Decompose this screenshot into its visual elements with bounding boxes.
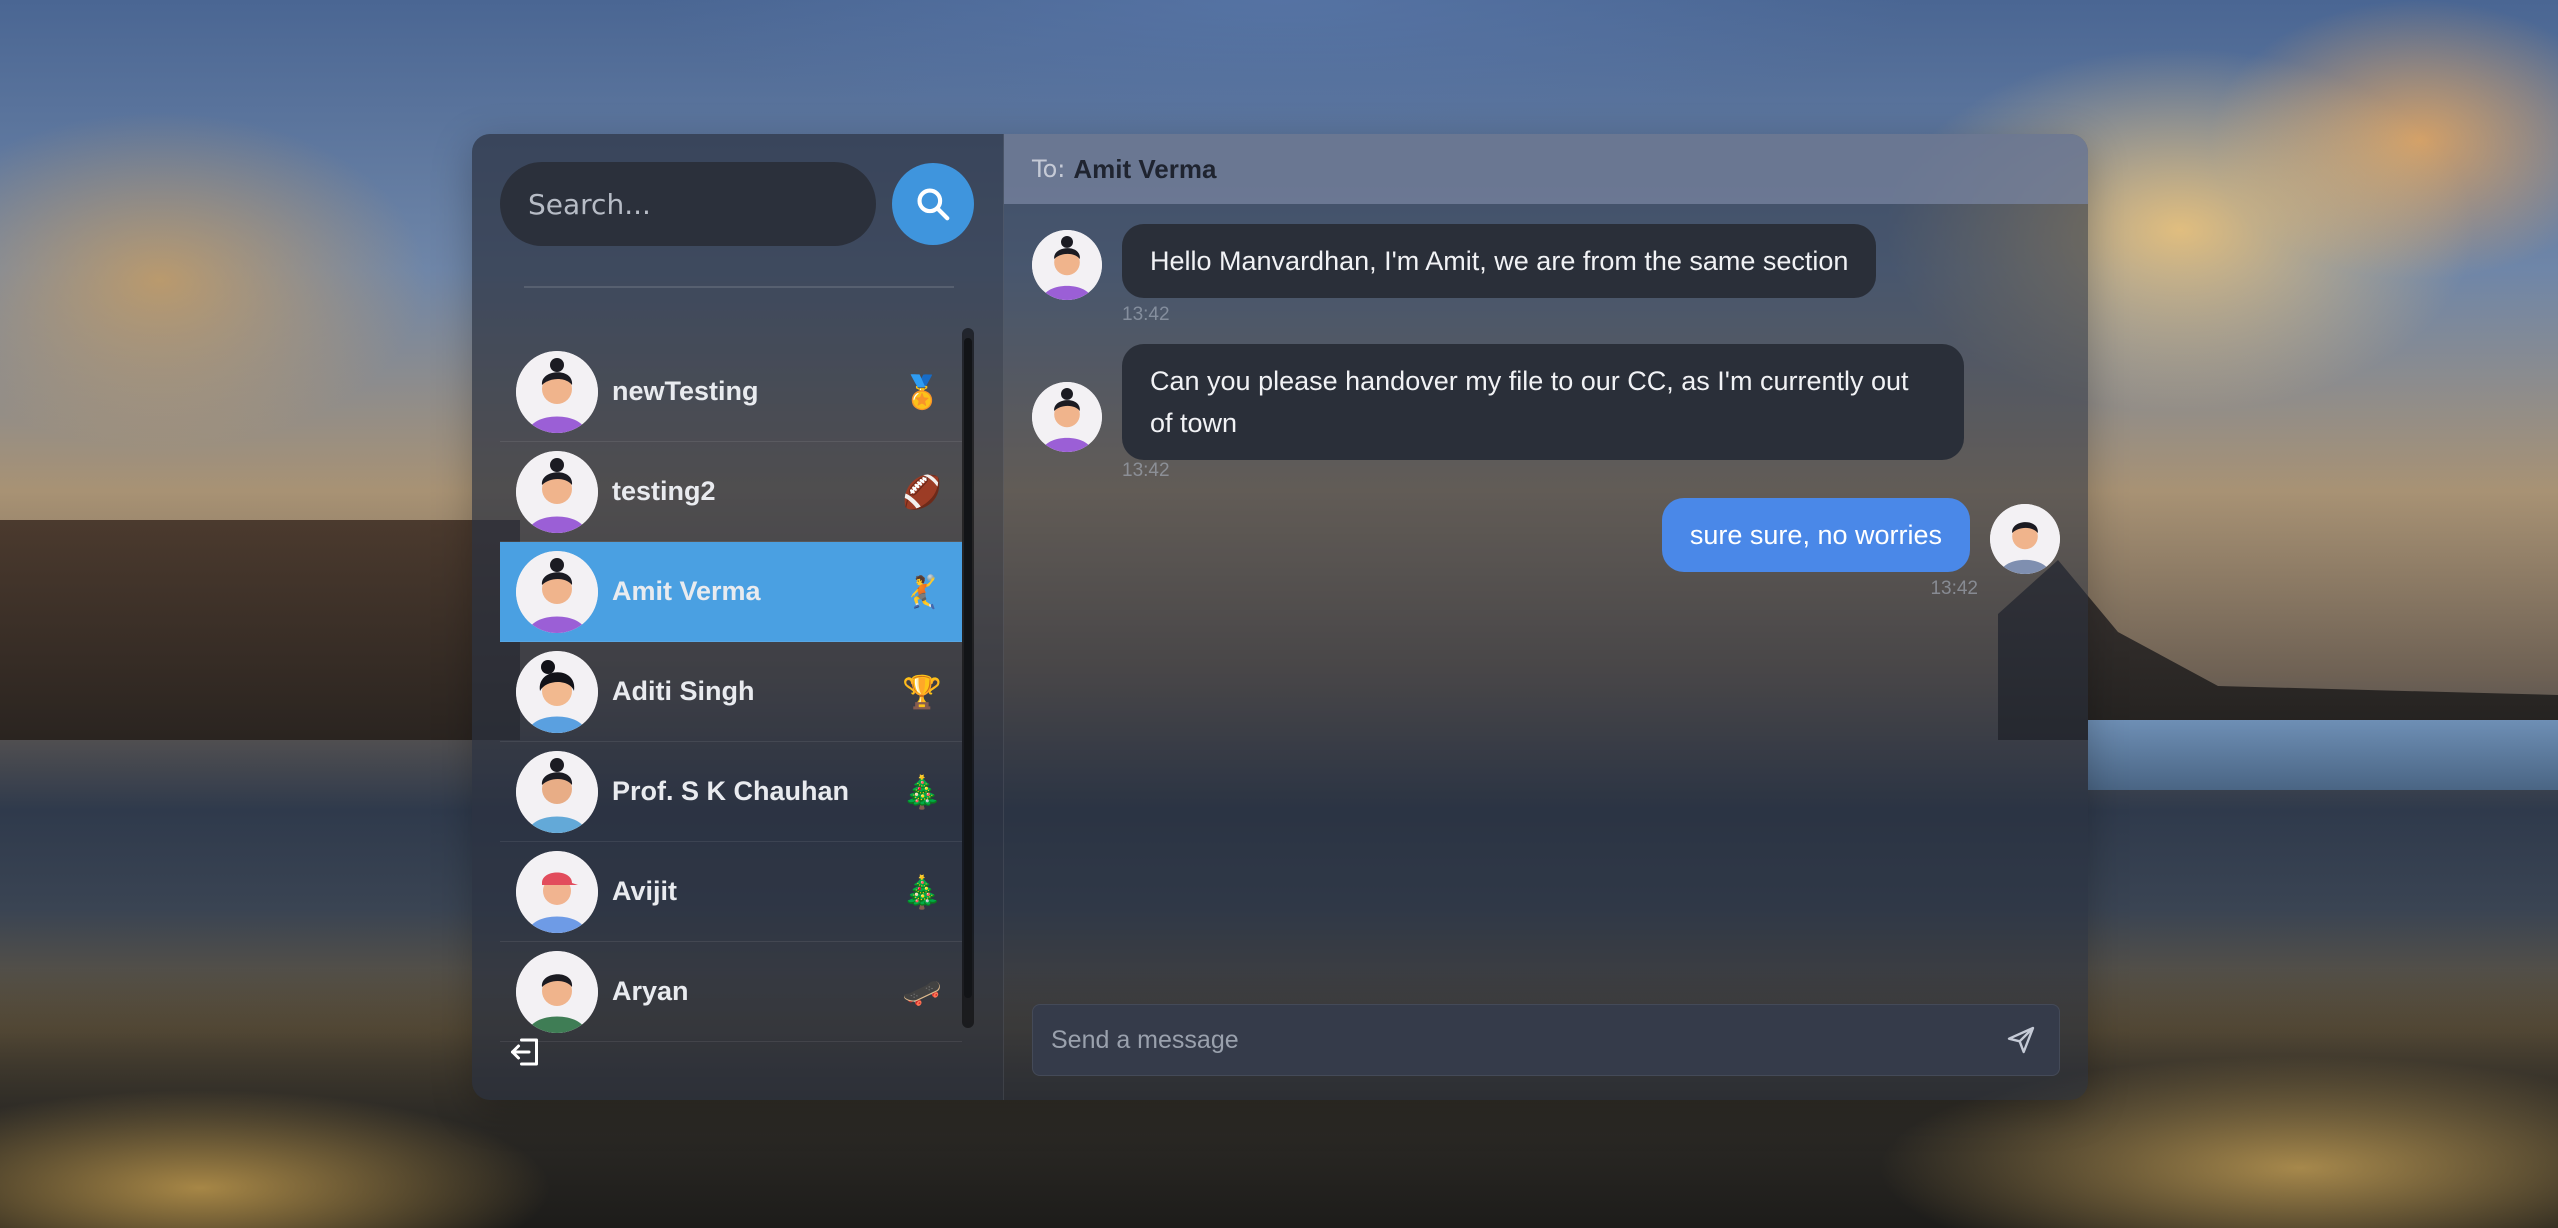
contact-item-avijit[interactable]: Avijit 🎄 (500, 842, 962, 942)
search-icon (917, 188, 950, 221)
search-button[interactable] (892, 163, 974, 245)
to-label: To: (1032, 155, 1066, 183)
contact-emoji: 🏈 (902, 472, 942, 511)
contact-name: Amit Verma (612, 576, 761, 606)
contact-name: Prof. S K Chauhan (612, 776, 850, 806)
avatar (516, 950, 598, 1033)
message-bubble: Hello Manvardhan, I'm Amit, we are from … (1122, 224, 1877, 298)
message-input[interactable] (1051, 1005, 2001, 1075)
recipient-name: Amit Verma (1073, 153, 1217, 184)
logout-icon (511, 1038, 538, 1066)
message-bubble: sure sure, no worries (1661, 498, 1970, 572)
search-input[interactable] (500, 162, 876, 246)
contact-name: Avijit (612, 876, 678, 906)
sidebar: newTesting 🏅 testing2 🏈 Amit Verma 🤾 (472, 134, 1004, 1100)
message-time: 13:42 (1122, 460, 1170, 481)
avatar (516, 650, 598, 733)
background-mountains-left (0, 520, 520, 740)
contact-emoji: 🏆 (902, 672, 942, 711)
chat-header: To: Amit Verma (1004, 134, 2088, 204)
avatar (1990, 504, 2060, 574)
contact-name: Aryan (612, 976, 689, 1006)
avatar (1032, 382, 1102, 452)
avatar (1032, 230, 1102, 300)
contact-name: testing2 (612, 476, 716, 506)
chat-app-window: newTesting 🏅 testing2 🏈 Amit Verma 🤾 (472, 134, 2088, 1100)
contact-name: Aditi Singh (612, 676, 755, 706)
send-icon (2007, 1026, 2035, 1054)
avatar (516, 550, 598, 633)
contact-emoji: 🎄 (902, 772, 942, 811)
contact-emoji: 🛹 (902, 972, 942, 1011)
avatar (516, 850, 598, 933)
scrollbar-thumb[interactable] (964, 338, 972, 998)
contact-item-aditi-singh[interactable]: Aditi Singh 🏆 (500, 642, 962, 742)
message-row: sure sure, no worries (1661, 498, 2060, 574)
contact-item-amit-verma[interactable]: Amit Verma 🤾 (500, 542, 962, 642)
contact-item-testing2[interactable]: testing2 🏈 (500, 442, 962, 542)
contact-list: newTesting 🏅 testing2 🏈 Amit Verma 🤾 Adi… (500, 342, 962, 1042)
message-bubble: Can you please handover my file to our C… (1122, 344, 1964, 460)
avatar (516, 350, 598, 433)
contact-item-newtesting[interactable]: newTesting 🏅 (500, 342, 962, 442)
message-row: Can you please handover my file to our C… (1032, 344, 1964, 460)
contact-emoji: 🤾 (902, 572, 942, 611)
send-button[interactable] (2001, 1020, 2041, 1060)
contact-name: newTesting (612, 376, 759, 406)
contact-emoji: 🏅 (902, 372, 942, 411)
search-row (500, 162, 974, 246)
background-sea (2088, 720, 2558, 790)
message-time: 13:42 (1122, 304, 1170, 325)
contact-list-scrollbar[interactable] (962, 328, 974, 1028)
contact-emoji: 🎄 (902, 872, 942, 911)
contact-item-prof-s-k-chauhan[interactable]: Prof. S K Chauhan 🎄 (500, 742, 962, 842)
message-time: 13:42 (1930, 578, 1978, 599)
message-row: Hello Manvardhan, I'm Amit, we are from … (1032, 224, 1877, 300)
logout-button[interactable] (506, 1032, 546, 1072)
chat-panel: To: Amit Verma Hello Manvardhan, I'm Ami… (1004, 134, 2088, 1100)
contact-item-aryan[interactable]: Aryan 🛹 (500, 942, 962, 1042)
avatar (516, 450, 598, 533)
message-composer (1032, 1004, 2060, 1076)
avatar (516, 750, 598, 833)
sidebar-divider (524, 286, 954, 288)
